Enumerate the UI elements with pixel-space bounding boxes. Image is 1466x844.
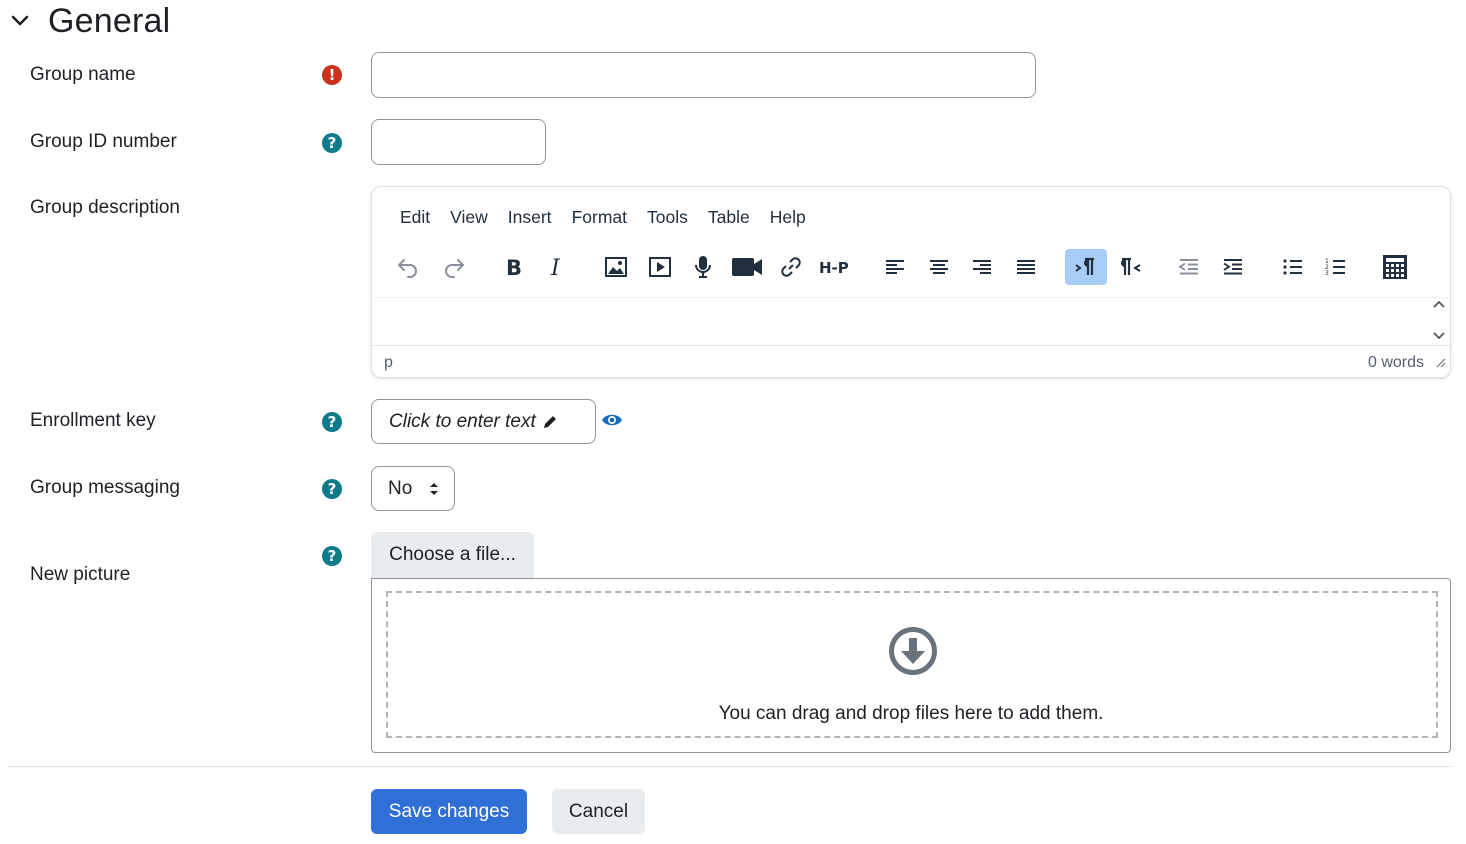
align-center-icon[interactable] bbox=[918, 249, 960, 285]
bullet-list-icon[interactable] bbox=[1272, 249, 1314, 285]
editor-toolbar: B I H-P 1 2 3 bbox=[372, 249, 1450, 287]
svg-text:3: 3 bbox=[1325, 270, 1329, 277]
drop-zone-text: You can drag and drop files here to add … bbox=[718, 703, 1104, 724]
editor-statusbar: p 0 words bbox=[372, 345, 1450, 377]
help-icon[interactable]: ? bbox=[322, 412, 342, 432]
enrollment-key-label: Enrollment key bbox=[30, 410, 156, 431]
align-left-icon[interactable] bbox=[874, 249, 916, 285]
outdent-icon[interactable] bbox=[1168, 249, 1210, 285]
link-icon[interactable] bbox=[770, 249, 812, 285]
group-description-label: Group description bbox=[30, 197, 180, 218]
record-video-icon[interactable] bbox=[726, 249, 768, 285]
word-count[interactable]: 0 words bbox=[1368, 354, 1424, 372]
numbered-list-icon[interactable]: 123 bbox=[1315, 249, 1357, 285]
ltr-icon[interactable] bbox=[1065, 249, 1107, 285]
group-messaging-label: Group messaging bbox=[30, 477, 180, 498]
form-divider bbox=[8, 766, 1451, 767]
rtl-icon[interactable] bbox=[1109, 249, 1151, 285]
equation-calculator-icon[interactable] bbox=[1374, 249, 1416, 285]
group-messaging-select[interactable]: No bbox=[371, 466, 455, 511]
required-icon: ! bbox=[322, 65, 342, 85]
group-messaging-value: No bbox=[388, 477, 413, 499]
menu-format[interactable]: Format bbox=[562, 207, 637, 228]
align-right-icon[interactable] bbox=[961, 249, 1003, 285]
h5p-text: H-P bbox=[819, 259, 849, 277]
media-icon[interactable] bbox=[639, 249, 681, 285]
image-icon[interactable] bbox=[595, 249, 637, 285]
help-icon[interactable]: ? bbox=[322, 133, 342, 153]
menu-edit[interactable]: Edit bbox=[390, 207, 440, 228]
rich-text-editor: Edit View Insert Format Tools Table Help… bbox=[371, 186, 1451, 378]
group-name-input[interactable] bbox=[371, 52, 1036, 98]
italic-icon[interactable]: I bbox=[536, 249, 578, 285]
menu-tools[interactable]: Tools bbox=[637, 207, 698, 228]
menu-insert[interactable]: Insert bbox=[498, 207, 562, 228]
section-title: General bbox=[48, 2, 171, 40]
resize-handle-icon[interactable] bbox=[1434, 355, 1446, 373]
bold-icon[interactable]: B bbox=[492, 249, 534, 285]
file-drop-zone[interactable]: You can drag and drop files here to add … bbox=[371, 578, 1451, 753]
cancel-button[interactable]: Cancel bbox=[552, 789, 645, 834]
pencil-icon bbox=[541, 413, 559, 431]
element-path[interactable]: p bbox=[384, 354, 393, 372]
group-id-label: Group ID number bbox=[30, 131, 177, 152]
undo-icon[interactable] bbox=[387, 249, 429, 285]
select-arrows-icon bbox=[428, 481, 440, 503]
menu-help[interactable]: Help bbox=[760, 207, 816, 228]
record-audio-icon[interactable] bbox=[682, 249, 724, 285]
enrollment-key-field[interactable]: Click to enter text bbox=[371, 399, 596, 444]
new-picture-label: New picture bbox=[30, 564, 131, 585]
save-changes-button[interactable]: Save changes bbox=[371, 789, 527, 834]
align-justify-icon[interactable] bbox=[1005, 249, 1047, 285]
svg-text:B: B bbox=[506, 256, 522, 279]
eye-icon[interactable] bbox=[601, 411, 623, 434]
section-header: General bbox=[10, 0, 170, 42]
help-icon[interactable]: ? bbox=[322, 546, 342, 566]
indent-icon[interactable] bbox=[1212, 249, 1254, 285]
editor-scrollbar[interactable] bbox=[1430, 297, 1448, 345]
enrollment-key-placeholder: Click to enter text bbox=[389, 410, 536, 432]
svg-text:I: I bbox=[550, 256, 561, 279]
group-id-input[interactable] bbox=[371, 119, 546, 165]
menu-view[interactable]: View bbox=[440, 207, 498, 228]
editor-menubar: Edit View Insert Format Tools Table Help bbox=[390, 207, 816, 228]
download-arrow-icon bbox=[887, 625, 939, 682]
h5p-icon[interactable]: H-P bbox=[814, 249, 856, 285]
chevron-down-icon[interactable] bbox=[10, 11, 30, 31]
editor-content-area[interactable] bbox=[374, 297, 1448, 343]
group-name-label: Group name bbox=[30, 64, 136, 85]
help-icon[interactable]: ? bbox=[322, 479, 342, 499]
redo-icon[interactable] bbox=[433, 249, 475, 285]
choose-file-button[interactable]: Choose a file... bbox=[371, 532, 534, 578]
menu-table[interactable]: Table bbox=[698, 207, 760, 228]
